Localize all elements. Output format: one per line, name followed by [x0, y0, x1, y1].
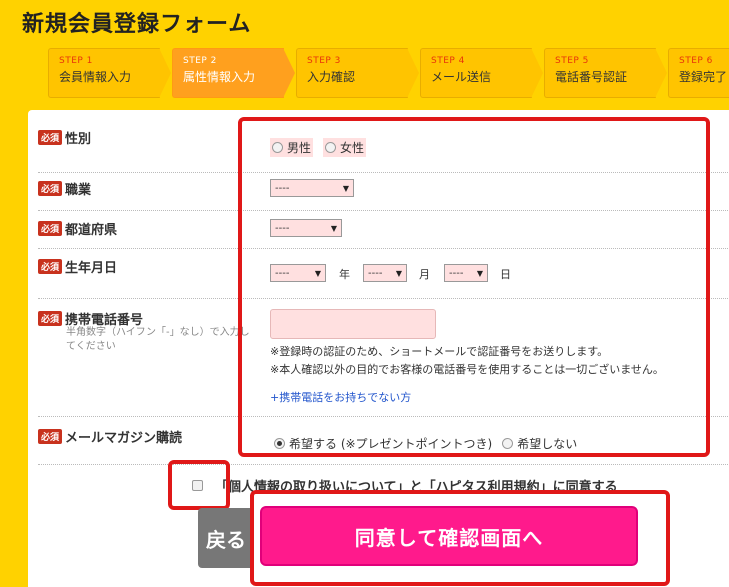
privacy-note: ※本人確認以外の目的でお客様の電話番号を使用することは一切ございません。	[270, 363, 664, 376]
dropdown-arrow-icon: ▼	[342, 183, 349, 193]
field-hint: 半角数字（ハイフン「-」なし）で入力してください	[66, 327, 250, 352]
step-number: STEP 6	[679, 56, 713, 66]
field-label: 必須 メールマガジン購読	[38, 427, 182, 446]
form-row-newsletter: 必須 メールマガジン購読 希望する (※プレゼントポイントつき) 希望しない	[38, 417, 728, 465]
required-badge: 必須	[38, 221, 63, 236]
dropdown-arrow-icon: ▼	[314, 268, 321, 278]
radio-icon[interactable]	[272, 142, 283, 153]
required-badge: 必須	[38, 311, 63, 326]
back-button[interactable]: 戻る	[198, 508, 254, 568]
agreement-row: 「個人情報の取り扱いについて」と「ハピタス利用規約」に同意する	[192, 476, 618, 495]
radio-newsletter-yes[interactable]: 希望する (※プレゼントポイントつき)	[274, 435, 492, 452]
confirm-button[interactable]: 同意して確認画面へ	[260, 506, 638, 566]
field-label: 必須 性別	[38, 128, 91, 147]
dropdown-arrow-icon: ▼	[395, 268, 402, 278]
form-row-occupation: 必須 職業 ---- ▼	[38, 173, 728, 211]
required-badge: 必須	[38, 259, 63, 274]
required-badge: 必須	[38, 181, 63, 196]
step-label: 会員情報入力	[59, 70, 132, 84]
form-row-prefecture: 必須 都道府県 ---- ▼	[38, 211, 728, 249]
step-number: STEP 1	[59, 56, 93, 66]
step-label: 入力確認	[307, 70, 356, 84]
step-6: STEP 6 登録完了	[668, 48, 729, 98]
step-label: 属性情報入力	[183, 70, 256, 84]
dropdown-arrow-icon: ▼	[330, 223, 337, 233]
dropdown-arrow-icon: ▼	[476, 268, 483, 278]
month-unit: 月	[419, 268, 430, 281]
agreement-checkbox[interactable]	[192, 480, 203, 491]
step-number: STEP 2	[183, 56, 217, 66]
step-3: STEP 3 入力確認	[296, 48, 420, 98]
step-label: 電話番号認証	[555, 70, 628, 84]
form-row-birthday: 必須 生年月日 ---- ▼ 年 ---- ▼ 月 ---- ▼ 日	[38, 249, 728, 299]
radio-male[interactable]: 男性	[270, 138, 314, 157]
step-4: STEP 4 メール送信	[420, 48, 544, 98]
gender-radio-group: 男性 女性	[270, 138, 376, 157]
page-title: 新規会員登録フォーム	[22, 12, 252, 37]
field-label: 必須 職業	[38, 179, 91, 198]
radio-female[interactable]: 女性	[323, 138, 367, 157]
step-indicator: STEP 1 会員情報入力 STEP 2 属性情報入力 STEP 3 入力確認 STE…	[48, 48, 729, 98]
mobile-phone-input[interactable]	[270, 309, 436, 339]
step-5: STEP 5 電話番号認証	[544, 48, 668, 98]
step-label: 登録完了	[679, 70, 728, 84]
radio-icon[interactable]	[274, 438, 285, 449]
required-badge: 必須	[38, 130, 63, 145]
step-number: STEP 5	[555, 56, 589, 66]
step-2: STEP 2 属性情報入力	[172, 48, 296, 98]
prefecture-select[interactable]: ---- ▼	[270, 219, 342, 237]
birth-year-select[interactable]: ---- ▼	[270, 264, 326, 282]
occupation-select[interactable]: ---- ▼	[270, 179, 354, 197]
step-label: メール送信	[431, 70, 492, 84]
step-number: STEP 3	[307, 56, 341, 66]
sms-note: ※登録時の認証のため、ショートメールで認証番号をお送りします。	[270, 345, 609, 358]
radio-icon[interactable]	[502, 438, 514, 449]
field-label: 必須 生年月日	[38, 257, 117, 276]
birth-day-select[interactable]: ---- ▼	[444, 264, 488, 282]
step-1: STEP 1 会員情報入力	[48, 48, 172, 98]
radio-newsletter-no[interactable]: 希望しない	[502, 435, 577, 452]
form-row-gender: 必須 性別 男性 女性	[38, 128, 728, 173]
birth-month-select[interactable]: ---- ▼	[363, 264, 407, 282]
day-unit: 日	[500, 268, 511, 281]
step-number: STEP 4	[431, 56, 465, 66]
year-unit: 年	[339, 268, 350, 281]
no-mobile-link[interactable]: +携帯電話をお持ちでない方	[270, 389, 411, 405]
newsletter-radio-group: 希望する (※プレゼントポイントつき) 希望しない	[274, 435, 587, 452]
field-label: 必須 都道府県	[38, 219, 117, 238]
radio-icon[interactable]	[325, 142, 337, 153]
required-badge: 必須	[38, 429, 63, 444]
agreement-text: 「個人情報の取り扱いについて」と「ハピタス利用規約」に同意する	[215, 480, 618, 495]
form-row-mobile: 必須 携帯電話番号 半角数字（ハイフン「-」なし）で入力してください ※登録時の認…	[38, 299, 728, 417]
